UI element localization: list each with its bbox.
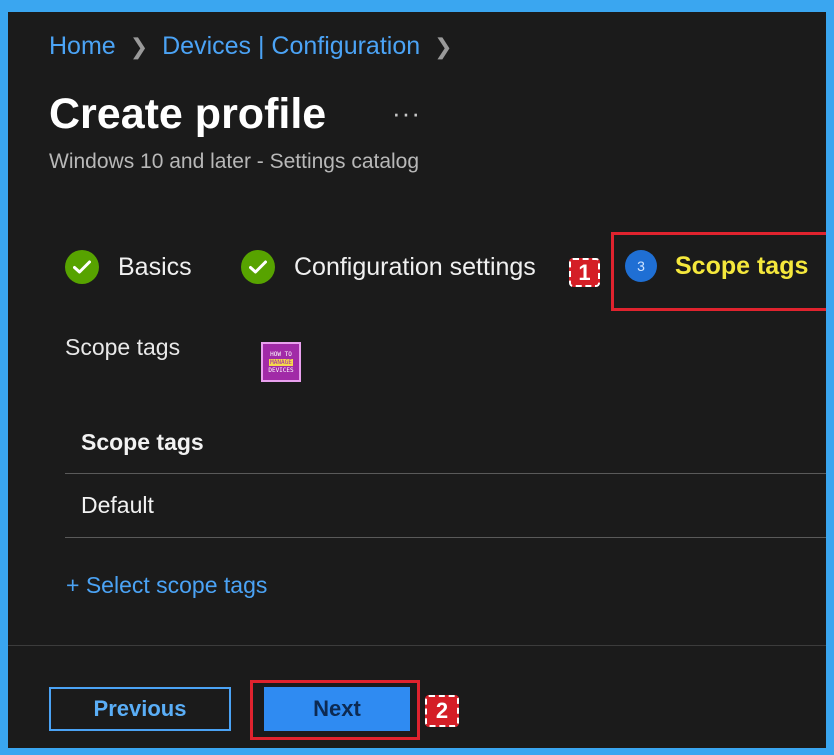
create-profile-panel: Home ❯ Devices | Configuration ❯ Create …: [8, 12, 826, 748]
chevron-right-icon: ❯: [434, 33, 453, 59]
breadcrumb-devices-configuration-link[interactable]: Devices | Configuration: [162, 32, 420, 61]
logo-text-mid: MANAGE: [269, 358, 293, 366]
tab-configuration-settings[interactable]: Configuration settings: [241, 250, 536, 284]
checkmark-icon: [241, 250, 275, 284]
tab-label: Basics: [118, 252, 192, 281]
callout-badge-1: 1: [569, 258, 600, 287]
page-subtitle: Windows 10 and later - Settings catalog: [49, 150, 420, 173]
highlight-box-scope-tags: [611, 232, 826, 311]
previous-button[interactable]: Previous: [49, 687, 231, 731]
table-row: Default: [65, 474, 826, 538]
logo-text-top: HOW TO: [270, 350, 292, 358]
table-header: Scope tags: [65, 412, 826, 474]
select-scope-tags-link[interactable]: + Select scope tags: [66, 572, 267, 599]
logo-text-bottom: DEVICES: [268, 366, 294, 374]
tab-basics[interactable]: Basics: [65, 250, 192, 284]
scope-tags-section-label: Scope tags: [65, 334, 181, 360]
tab-label: Configuration settings: [294, 252, 536, 281]
breadcrumb: Home ❯ Devices | Configuration ❯: [49, 32, 467, 61]
next-button[interactable]: Next: [264, 687, 410, 731]
footer-divider: [8, 645, 826, 646]
page-title: Create profile: [49, 90, 327, 138]
chevron-right-icon: ❯: [129, 33, 149, 59]
how-to-manage-devices-logo: HOW TO MANAGE DEVICES: [261, 342, 301, 382]
scope-tags-table: Scope tags Default: [65, 412, 826, 538]
more-options-icon[interactable]: ···: [392, 98, 421, 129]
breadcrumb-home-link[interactable]: Home: [49, 32, 116, 61]
callout-badge-2: 2: [425, 695, 459, 727]
checkmark-icon: [65, 250, 99, 284]
